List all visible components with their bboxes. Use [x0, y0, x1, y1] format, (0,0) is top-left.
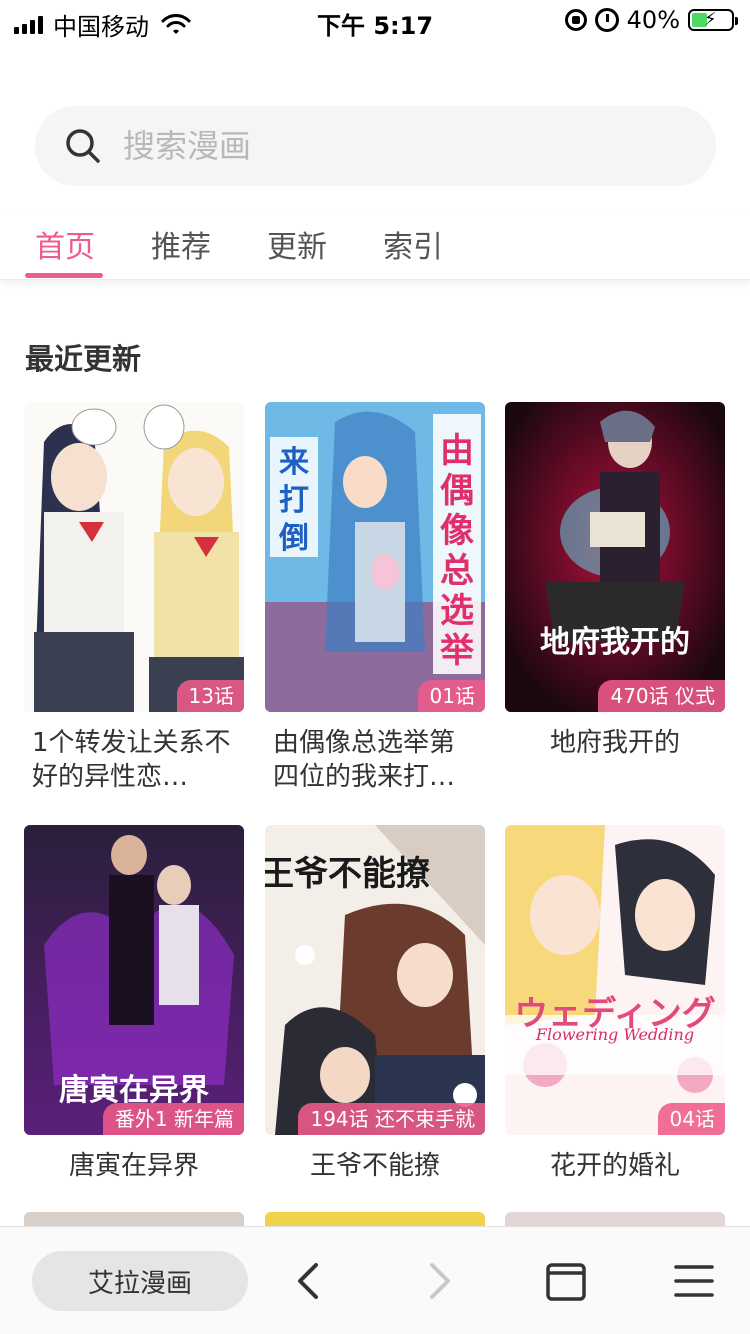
chapter-badge: 04话: [657, 1103, 725, 1135]
comic-cover-peek[interactable]: [505, 1212, 725, 1226]
comic-cover[interactable]: 地府我开的 470话 仪式: [505, 402, 725, 712]
charging-icon: ⚡: [704, 9, 717, 30]
chapter-badge: 13话: [176, 680, 244, 712]
chapter-badge: 470话 仪式: [598, 680, 725, 712]
battery-icon: ⚡: [688, 9, 738, 31]
comic-title[interactable]: 1个转发让关系不好的异性恋…: [24, 726, 244, 794]
tab-home[interactable]: 首页: [35, 222, 95, 266]
browser-toolbar: 艾拉漫画: [0, 1226, 750, 1334]
comic-card[interactable]: 由 偶 像 总 选 举 来 打 倒 01话 由偶像总选举第四位的我来打…: [265, 402, 485, 794]
chapter-badge: 番外1 新年篇: [102, 1103, 244, 1135]
comic-title[interactable]: 唐寅在异界: [24, 1149, 244, 1183]
svg-text:总: 总: [440, 551, 474, 591]
tab-bar: 首页 推荐 更新 索引: [0, 210, 750, 280]
comic-card[interactable]: 13话 1个转发让关系不好的异性恋…: [24, 402, 244, 794]
menu-icon[interactable]: [672, 1259, 716, 1303]
comic-card[interactable]: Flowering Wedding ウェディング 04话 花开的婚礼: [505, 825, 725, 1183]
comic-title[interactable]: 花开的婚礼: [505, 1149, 725, 1183]
svg-text:倒: 倒: [278, 521, 309, 556]
app-home-button[interactable]: 艾拉漫画: [32, 1251, 248, 1311]
comic-cover[interactable]: 由 偶 像 总 选 举 来 打 倒 01话: [265, 402, 485, 712]
cover-title-text: 王爷不能撩: [265, 854, 430, 894]
svg-text:选: 选: [440, 591, 474, 631]
comic-title[interactable]: 地府我开的: [505, 726, 725, 760]
active-tab-indicator: [25, 273, 103, 278]
comic-cover[interactable]: Flowering Wedding ウェディング 04话: [505, 825, 725, 1135]
comic-title[interactable]: 由偶像总选举第四位的我来打…: [265, 726, 485, 794]
section-title: 最近更新: [25, 342, 142, 376]
comic-card[interactable]: 地府我开的 470话 仪式 地府我开的: [505, 402, 725, 760]
forward-icon[interactable]: [416, 1259, 460, 1303]
back-icon[interactable]: [288, 1259, 332, 1303]
tabs-icon[interactable]: [544, 1259, 588, 1303]
alarm-icon: [594, 8, 619, 32]
search-input[interactable]: [123, 127, 683, 165]
svg-text:打: 打: [279, 483, 309, 518]
chapter-badge: 01话: [417, 680, 485, 712]
comic-card[interactable]: 王爷不能撩 194话 还不束手就 王爷不能撩: [265, 825, 485, 1183]
comic-cover[interactable]: 13话: [24, 402, 244, 712]
svg-text:由: 由: [440, 431, 474, 471]
tab-index[interactable]: 索引: [383, 222, 443, 266]
comic-cover-peek[interactable]: [24, 1212, 244, 1226]
status-bar: 中国移动 下午 5:17 40% ⚡: [0, 0, 750, 41]
cover-title-text: 地府我开的: [540, 625, 690, 660]
comic-card[interactable]: 唐寅在异界 番外1 新年篇 唐寅在异界: [24, 825, 244, 1183]
svg-text:举: 举: [439, 631, 475, 671]
svg-text:像: 像: [440, 511, 474, 551]
svg-text:来: 来: [279, 445, 309, 480]
search-bar[interactable]: [35, 106, 716, 186]
svg-text:ウェディング: ウェディング: [514, 994, 716, 1034]
orientation-lock-icon: [564, 9, 587, 31]
comic-cover[interactable]: 唐寅在异界 番外1 新年篇: [24, 825, 244, 1135]
battery-percent: 40%: [626, 6, 680, 34]
comic-title[interactable]: 王爷不能撩: [265, 1149, 485, 1183]
tab-recommend[interactable]: 推荐: [151, 222, 211, 266]
tab-update[interactable]: 更新: [267, 222, 327, 266]
comic-cover-peek[interactable]: [265, 1212, 485, 1226]
search-icon: [66, 129, 100, 163]
chapter-badge: 194话 还不束手就: [298, 1103, 485, 1135]
svg-text:偶: 偶: [440, 471, 474, 511]
comic-cover[interactable]: 王爷不能撩 194话 还不束手就: [265, 825, 485, 1135]
